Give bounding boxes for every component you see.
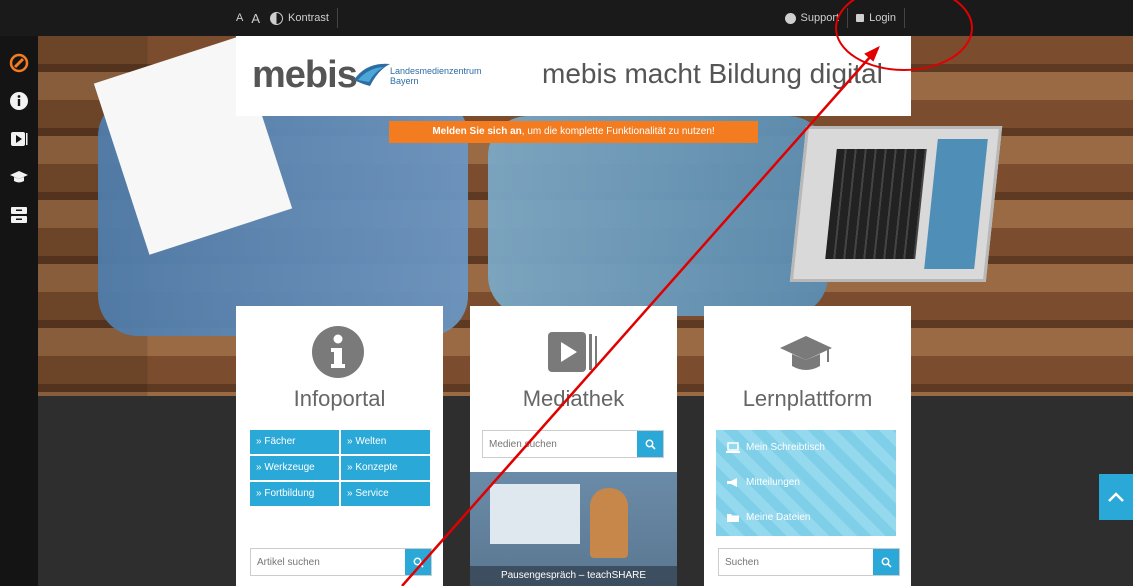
brand-logo-text[interactable]: mebis <box>252 54 358 97</box>
lernplattform-search <box>718 548 900 576</box>
service-button[interactable]: » Service <box>341 482 430 506</box>
mitteilungen-link[interactable]: Mitteilungen <box>716 465 896 500</box>
contrast-icon <box>270 11 284 25</box>
support-label: Support <box>800 12 840 24</box>
dateien-link[interactable]: Meine Dateien <box>716 500 896 535</box>
sidebar <box>0 36 38 586</box>
swoosh-logo-icon <box>354 63 390 86</box>
header-logo-box: mebis Landesmedienzentrum Bayern mebis m… <box>236 36 911 116</box>
infoportal-nav: » Fächer » Welten » Werkzeuge » Konzepte… <box>250 430 430 506</box>
contrast-button[interactable]: Kontrast <box>270 11 329 25</box>
schreibtisch-label: Mein Schreibtisch <box>746 442 825 453</box>
search-button[interactable] <box>873 549 899 575</box>
font-larger-button[interactable]: A <box>251 11 260 26</box>
search-button[interactable] <box>637 431 663 457</box>
info-icon <box>312 326 364 378</box>
faecher-button[interactable]: » Fächer <box>250 430 339 454</box>
lernplattform-title: Lernplattform <box>742 386 873 411</box>
accessibility-controls: A A Kontrast <box>236 8 346 28</box>
contrast-label: Kontrast <box>288 12 329 24</box>
fortbildung-button[interactable]: » Fortbildung <box>250 482 339 506</box>
login-label: Login <box>869 12 896 24</box>
lock-icon <box>856 14 865 22</box>
scroll-to-top-button[interactable] <box>1099 474 1133 520</box>
video-scene-image <box>490 484 580 544</box>
login-notice-bar[interactable]: Melden Sie sich an, um die komplette Fun… <box>389 121 758 143</box>
infoportal-title: Infoportal <box>293 386 386 411</box>
claim-text: mebis macht Bildung digital <box>542 58 883 89</box>
media-search <box>482 430 664 458</box>
student-image <box>488 116 828 316</box>
divider <box>847 8 849 28</box>
infoportal-card: Infoportal » Fächer » Welten » Werkzeuge… <box>236 306 443 586</box>
search-button[interactable] <box>405 549 431 575</box>
media-icon[interactable] <box>8 128 30 150</box>
lernplattform-card: Lernplattform Mein Schreibtisch Mitteilu… <box>704 306 911 586</box>
lernplattform-nav: Mein Schreibtisch Mitteilungen Meine Dat… <box>716 430 896 536</box>
screen-image <box>924 139 988 269</box>
folder-icon <box>727 514 739 522</box>
organization-name: Landesmedienzentrum Bayern <box>390 66 482 86</box>
media-search-input[interactable] <box>483 431 637 457</box>
login-link[interactable]: Login <box>856 12 896 24</box>
schreibtisch-link[interactable]: Mein Schreibtisch <box>716 430 896 465</box>
konzepte-button[interactable]: » Konzepte <box>341 456 430 480</box>
organization-line2: Bayern <box>390 76 419 86</box>
article-search <box>250 548 432 576</box>
login-notice-bold: Melden Sie sich an <box>432 126 522 137</box>
top-bar: A A Kontrast Support Login <box>0 0 1133 36</box>
divider <box>336 8 338 28</box>
video-caption: Pausengespräch – teachSHARE <box>470 566 677 586</box>
support-link[interactable]: Support <box>784 12 840 24</box>
mediathek-card: Mediathek Pausengespräch – teachSHARE <box>470 306 677 586</box>
welten-button[interactable]: » Welten <box>341 430 430 454</box>
lernplattform-search-input[interactable] <box>719 549 873 575</box>
search-icon <box>881 557 892 568</box>
megaphone-icon <box>727 478 737 487</box>
media-play-icon <box>548 332 597 372</box>
login-notice-text: , um die komplette Funktionalität zu nut… <box>521 126 715 137</box>
user-controls: Support Login <box>784 8 913 28</box>
info-circle-icon <box>784 12 796 24</box>
video-character-image <box>590 488 628 558</box>
archive-icon[interactable] <box>8 204 30 226</box>
chevron-up-icon <box>1108 492 1124 502</box>
divider <box>904 8 905 28</box>
werkzeuge-button[interactable]: » Werkzeuge <box>250 456 339 480</box>
mitteilungen-label: Mitteilungen <box>746 477 800 488</box>
search-icon <box>413 557 424 568</box>
organization-line1: Landesmedienzentrum <box>390 66 482 76</box>
laptop-image <box>789 126 1003 282</box>
dateien-label: Meine Dateien <box>746 512 811 523</box>
mebis-logo-icon[interactable] <box>8 52 30 74</box>
laptop-icon <box>726 442 740 453</box>
font-smaller-button[interactable]: A <box>236 12 243 24</box>
keyboard-image <box>825 149 927 259</box>
graduation-cap-icon[interactable] <box>8 166 30 188</box>
search-icon <box>645 439 656 450</box>
article-search-input[interactable] <box>251 549 405 575</box>
mediathek-title: Mediathek <box>522 386 625 411</box>
video-thumbnail[interactable]: Pausengespräch – teachSHARE <box>470 472 677 586</box>
graduation-cap-icon <box>780 336 832 370</box>
info-icon[interactable] <box>8 90 30 112</box>
